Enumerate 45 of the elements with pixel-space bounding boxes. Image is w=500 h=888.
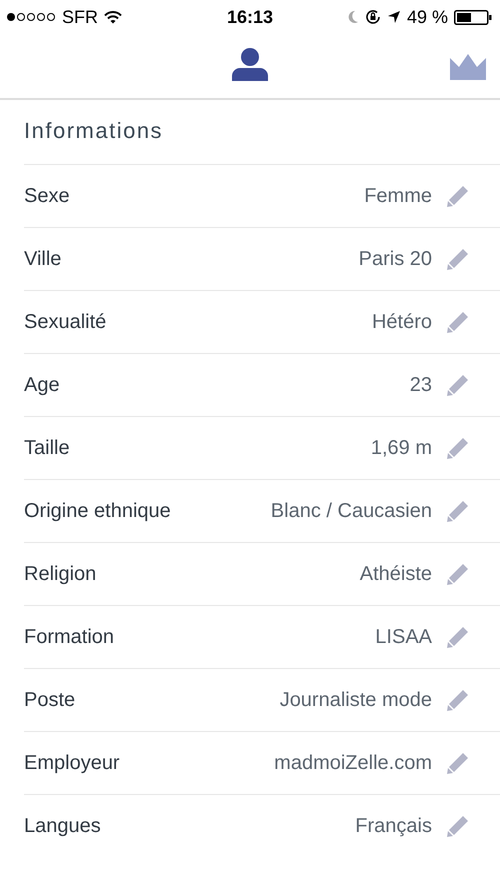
field-value: LISAA [375, 626, 432, 648]
rotation-lock-icon [364, 9, 381, 25]
moon-icon [346, 10, 359, 24]
field-value: 1,69 m [370, 436, 432, 460]
field-value: madmoiZelle.com [274, 752, 432, 774]
location-arrow-icon [386, 10, 401, 24]
wifi-icon [104, 10, 122, 24]
field-value: 23 [410, 374, 432, 396]
field-value: Français [355, 814, 432, 838]
field-value: Athéiste [360, 562, 432, 586]
field-value: Paris 20 [358, 248, 432, 270]
field-label: Poste [24, 688, 76, 712]
edit-pencil-icon[interactable] [446, 184, 470, 208]
crown-tab[interactable] [450, 54, 486, 80]
carrier-name: SFR [62, 6, 98, 28]
signal-icon [6, 12, 56, 22]
edit-pencil-icon[interactable] [446, 688, 470, 712]
section-title: Informations [24, 117, 164, 145]
field-label: Religion [24, 562, 98, 586]
field-label: Employeur [24, 752, 121, 774]
field-label: Sexualité [24, 310, 108, 334]
field-value: Journaliste mode [280, 688, 432, 712]
field-label: Origine ethnique [24, 500, 172, 522]
edit-pencil-icon[interactable] [446, 625, 470, 649]
edit-pencil-icon[interactable] [446, 247, 470, 271]
field-label: Langues [24, 814, 102, 838]
edit-pencil-icon[interactable] [446, 814, 470, 838]
field-label: Sexe [24, 184, 71, 208]
field-label: Age [24, 374, 61, 396]
field-value: Femme [364, 184, 432, 208]
field-value: Hétéro [372, 310, 432, 334]
field-label: Formation [24, 626, 116, 648]
edit-pencil-icon[interactable] [446, 436, 470, 460]
profile-tab[interactable] [230, 48, 270, 82]
field-label: Ville [24, 248, 62, 270]
status-time: 16:13 [226, 6, 274, 28]
battery-percentage: 49 % [406, 6, 448, 28]
edit-pencil-icon[interactable] [446, 373, 470, 397]
edit-pencil-icon[interactable] [446, 751, 470, 775]
field-value: Blanc / Caucasien [270, 500, 432, 522]
field-label: Taille [24, 436, 71, 460]
edit-pencil-icon[interactable] [446, 562, 470, 586]
edit-pencil-icon[interactable] [446, 310, 470, 334]
battery-icon [454, 10, 492, 24]
edit-pencil-icon[interactable] [446, 499, 470, 523]
